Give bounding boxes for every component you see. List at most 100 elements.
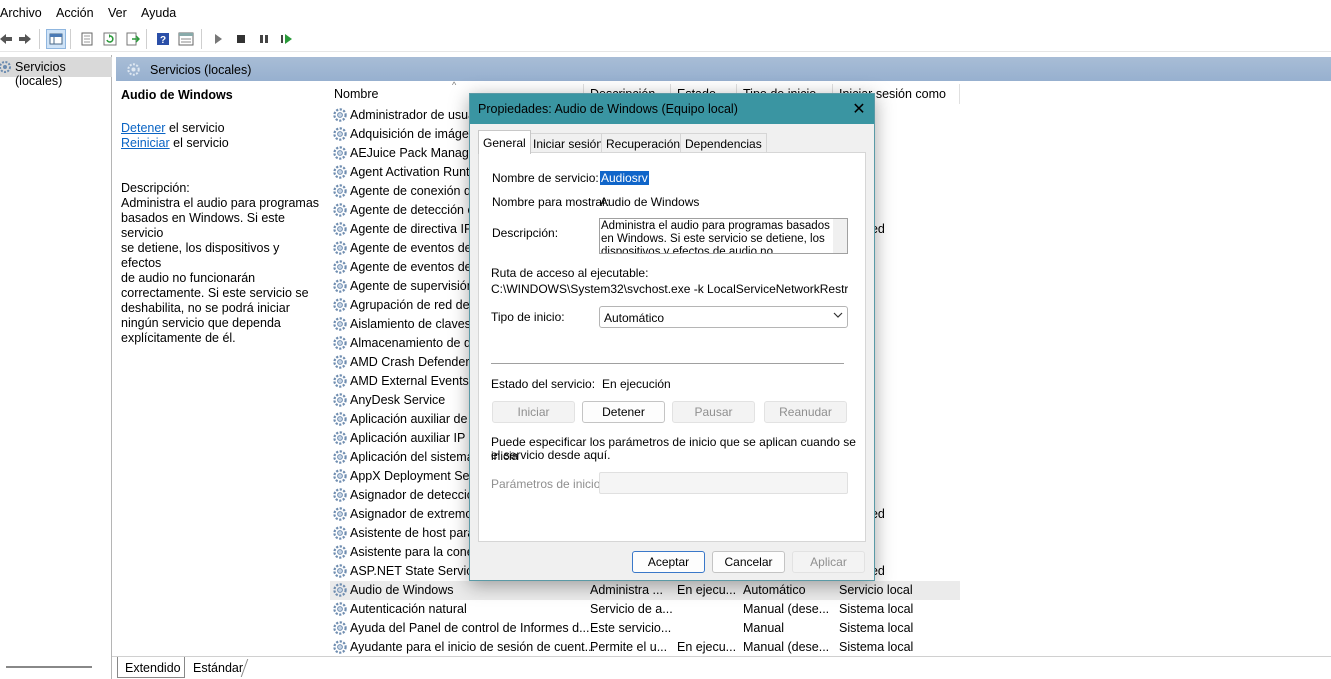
service-status-value: En ejecución xyxy=(602,377,671,391)
close-icon[interactable]: ✕ xyxy=(848,98,870,120)
export-list-icon[interactable] xyxy=(123,29,143,49)
cell-name: Ayudante para el inicio de sesión de cue… xyxy=(350,640,596,654)
help-icon[interactable]: ? xyxy=(153,29,173,49)
service-gear-icon xyxy=(332,506,348,522)
service-gear-icon xyxy=(332,145,348,161)
description-line: Administra el audio para programas xyxy=(121,196,320,210)
tab-extendido[interactable]: Extendido xyxy=(125,661,181,675)
service-gear-icon xyxy=(332,411,348,427)
cell-logon: Sistema local xyxy=(839,602,914,616)
service-gear-icon xyxy=(332,183,348,199)
refresh-icon[interactable] xyxy=(100,29,120,49)
service-gear-icon xyxy=(332,164,348,180)
service-gear-icon xyxy=(332,430,348,446)
column-header-name[interactable]: Nombre xyxy=(334,87,378,101)
tab-dependencias[interactable]: Dependencias xyxy=(680,133,767,153)
cell-logon: Sistema local xyxy=(839,621,914,635)
tab-general[interactable]: General xyxy=(478,130,531,154)
startup-type-select[interactable]: Automático xyxy=(599,306,848,328)
cell-logon: Sistema local xyxy=(839,640,914,654)
services-gear-icon xyxy=(0,60,12,77)
menu-bar: Archivo Acción Ver Ayuda xyxy=(0,0,1331,26)
pause-button[interactable]: Pausar xyxy=(672,401,755,423)
forward-arrow-icon[interactable] xyxy=(15,29,35,49)
service-description-pane: Audio de Windows Detener el servicio Rei… xyxy=(116,81,320,656)
service-gear-icon xyxy=(332,525,348,541)
separator xyxy=(491,363,844,364)
menu-archivo[interactable]: Archivo xyxy=(0,6,42,20)
view-details-icon[interactable] xyxy=(176,29,196,49)
properties-sheet-icon[interactable] xyxy=(77,29,97,49)
dialog-title: Propiedades: Audio de Windows (Equipo lo… xyxy=(478,102,738,116)
tab-iniciar-sesion[interactable]: Iniciar sesión xyxy=(528,133,609,153)
service-row[interactable]: Audio de Windows Administra ... En ejecu..… xyxy=(330,581,960,600)
service-gear-icon xyxy=(332,278,348,294)
console-tree: Servicios (locales) xyxy=(0,55,112,679)
service-gear-icon xyxy=(332,639,348,655)
tab-recuperacion[interactable]: Recuperación xyxy=(601,133,686,153)
restart-icon[interactable] xyxy=(277,29,297,49)
start-button[interactable]: Iniciar xyxy=(492,401,575,423)
service-name-value[interactable]: Audiosrv xyxy=(600,171,649,185)
cell-desc: Permite el u... xyxy=(590,640,668,654)
pause-icon[interactable] xyxy=(254,29,274,49)
horizontal-scrollbar[interactable] xyxy=(6,666,92,668)
panel-title: Servicios (locales) xyxy=(150,63,252,77)
service-row[interactable]: Ayudante para el inicio de sesión de cue… xyxy=(330,638,960,657)
service-gear-icon xyxy=(332,221,348,237)
service-gear-icon xyxy=(332,544,348,560)
tree-item-services[interactable]: Servicios (locales) xyxy=(0,57,112,88)
service-status-label: Estado del servicio: xyxy=(491,377,596,391)
cell-startup: Manual xyxy=(743,621,784,635)
description-field-label: Descripción: xyxy=(492,226,559,240)
description-field[interactable]: Administra el audio para programas basad… xyxy=(599,218,848,254)
restart-service-link[interactable]: Reiniciar xyxy=(121,136,170,150)
menu-ayuda[interactable]: Ayuda xyxy=(141,6,176,20)
cell-name: Audio de Windows xyxy=(350,583,454,597)
console-tree-icon[interactable] xyxy=(46,29,66,49)
cell-status: En ejecu... xyxy=(677,640,737,654)
back-arrow-icon[interactable] xyxy=(0,29,16,49)
start-parameters-input[interactable] xyxy=(599,472,848,494)
description-line: de audio no funcionarán xyxy=(121,271,256,285)
description-line: basados en Windows. Si este servicio xyxy=(121,211,285,240)
menu-accion[interactable]: Acción xyxy=(56,6,94,20)
description-line: explícitamente de él. xyxy=(121,331,236,345)
service-gear-icon xyxy=(332,202,348,218)
apply-button[interactable]: Aplicar xyxy=(792,551,865,573)
service-gear-icon xyxy=(332,468,348,484)
params-label: Parámetros de inicio: xyxy=(491,477,604,491)
service-gear-icon xyxy=(332,392,348,408)
service-row[interactable]: Autenticación natural Servicio de a... Man… xyxy=(330,600,960,619)
description-line: ningún servicio que dependa xyxy=(121,316,281,330)
description-scrollbar[interactable] xyxy=(833,219,847,253)
service-row[interactable]: Ayuda del Panel de control de Informes d… xyxy=(330,619,960,638)
tab-estandar[interactable]: Estándar xyxy=(193,661,243,675)
panel-gear-icon xyxy=(126,62,141,80)
ok-button[interactable]: Aceptar xyxy=(632,551,705,573)
service-gear-icon xyxy=(332,335,348,351)
toolbar: ? xyxy=(0,26,1331,52)
display-name-value[interactable]: Audio de Windows xyxy=(600,195,699,209)
service-gear-icon xyxy=(332,259,348,275)
resume-button[interactable]: Reanudar xyxy=(764,401,847,423)
service-gear-icon xyxy=(332,620,348,636)
service-gear-icon xyxy=(332,297,348,313)
menu-ver[interactable]: Ver xyxy=(108,6,127,20)
view-tabs: Extendido Estándar xyxy=(112,656,1331,679)
panel-header xyxy=(116,57,1331,81)
startup-type-label: Tipo de inicio: xyxy=(491,310,565,324)
service-title: Audio de Windows xyxy=(121,88,233,102)
stop-service-line: Detener el servicio xyxy=(121,121,225,135)
stop-service-link[interactable]: Detener xyxy=(121,121,165,135)
play-icon[interactable] xyxy=(208,29,228,49)
cell-status: En ejecu... xyxy=(677,583,737,597)
sort-ascending-icon: ^ xyxy=(452,80,457,90)
stop-icon[interactable] xyxy=(231,29,251,49)
dialog-title-bar[interactable]: Propiedades: Audio de Windows (Equipo lo… xyxy=(470,94,874,124)
cancel-button[interactable]: Cancelar xyxy=(712,551,785,573)
stop-button[interactable]: Detener xyxy=(582,401,665,423)
path-value[interactable]: C:\WINDOWS\System32\svchost.exe -k Local… xyxy=(491,282,848,296)
cell-desc: Servicio de a... xyxy=(590,602,672,616)
service-gear-icon xyxy=(332,601,348,617)
